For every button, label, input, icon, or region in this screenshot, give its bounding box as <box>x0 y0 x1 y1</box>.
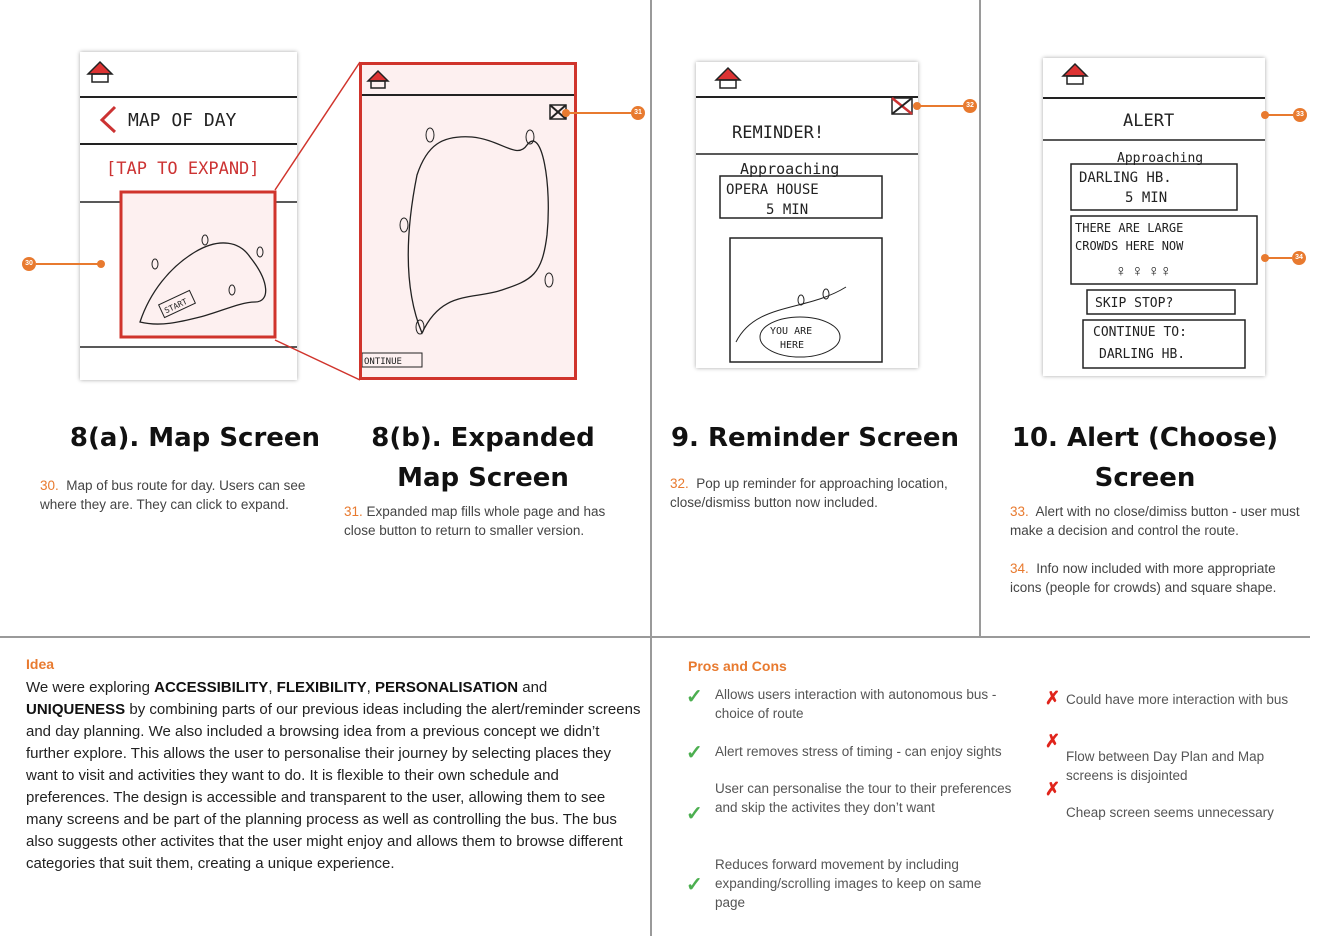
alert-crowd-line2: CROWDS HERE NOW <box>1075 239 1184 253</box>
alert-continue-line2: DARLING HB. <box>1099 347 1185 362</box>
idea-text: , <box>366 679 375 696</box>
sketch-reminder-screen: REMINDER! Approaching OPERA HOUSE 5 MIN … <box>696 62 918 368</box>
callout-34-dot <box>1261 254 1269 262</box>
idea-keyword: FLEXIBILITY <box>276 679 367 696</box>
desc-reminder-screen: 32. Pop up reminder for approaching loca… <box>670 474 970 512</box>
note-number: 33. <box>1010 504 1029 519</box>
reminder-title: REMINDER! <box>732 123 824 143</box>
title-alert-screen: 10. Alert (Choose) Screen <box>1011 423 1279 493</box>
callout-33-line <box>1266 114 1293 116</box>
alert-crowd-line1: THERE ARE LARGE <box>1075 221 1183 235</box>
pro-item: Reduces forward movement by including ex… <box>715 857 982 910</box>
idea-text: by combining parts of our previous ideas… <box>26 701 641 872</box>
idea-heading: Idea <box>26 656 55 672</box>
callout-32-line <box>918 105 963 107</box>
check-icon: ✓ <box>686 742 703 764</box>
idea-text: and <box>518 679 548 696</box>
note-text: Map of bus route for day. Users can see … <box>40 478 306 512</box>
idea-keyword: UNIQUENESS <box>26 701 126 718</box>
callout-34: 34 <box>1292 251 1306 265</box>
callout-33-dot <box>1261 111 1269 119</box>
alert-title: ALERT <box>1123 111 1174 131</box>
idea-text: , <box>268 679 277 696</box>
con-item: Could have more interaction with bus <box>1066 692 1289 707</box>
idea-paragraph: We were exploring ACCESSIBILITY, FLEXIBI… <box>26 677 641 875</box>
callout-32-dot <box>913 102 921 110</box>
alert-continue-line1: CONTINUE TO: <box>1093 325 1187 340</box>
note-text: Alert with no close/dimiss button - user… <box>1010 504 1300 538</box>
idea-keyword: ACCESSIBILITY <box>154 679 269 696</box>
callout-31-line <box>568 112 631 114</box>
pro-item: User can personalise the tour to their p… <box>715 781 1012 815</box>
title-reminder-screen: 9. Reminder Screen <box>670 423 960 453</box>
callout-30-line <box>36 263 98 265</box>
people-icon: ♀ ♀ ♀♀ <box>1115 263 1172 280</box>
desc-alert-screen-33: 33. Alert with no close/dimiss button - … <box>1010 502 1302 540</box>
you-are-label: YOU ARE <box>770 326 812 337</box>
alert-place: DARLING HB. <box>1079 170 1172 186</box>
alert-time: 5 MIN <box>1125 190 1167 206</box>
note-number: 30. <box>40 478 59 493</box>
home-icon <box>1061 62 1089 85</box>
note-text: Info now included with more appropriate … <box>1010 561 1277 595</box>
home-icon <box>714 66 742 89</box>
cross-icon: ✗ <box>1045 688 1061 708</box>
alert-skip-stop: SKIP STOP? <box>1095 296 1173 311</box>
reminder-place: OPERA HOUSE <box>726 182 819 198</box>
callout-34-line <box>1266 257 1292 259</box>
note-number: 32. <box>670 476 689 491</box>
idea-text: We were exploring <box>26 679 155 696</box>
callout-30-dot <box>97 260 105 268</box>
pro-item: Alert removes stress of timing - can enj… <box>715 744 1002 759</box>
callout-31-dot <box>562 109 570 117</box>
check-icon: ✓ <box>686 803 703 825</box>
callout-33: 33 <box>1293 108 1307 122</box>
desc-expanded-map-screen: 31. Expanded map fills whole page and ha… <box>344 502 634 540</box>
here-label: HERE <box>780 340 804 351</box>
check-icon: ✓ <box>686 686 703 708</box>
callout-31: 31 <box>631 106 645 120</box>
callout-30: 30 <box>22 257 36 271</box>
cross-icon: ✗ <box>1045 779 1061 799</box>
desc-alert-screen-34: 34. Info now included with more appropri… <box>1010 559 1302 597</box>
idea-keyword: PERSONALISATION <box>375 679 519 696</box>
reminder-time: 5 MIN <box>766 202 808 218</box>
con-item: Cheap screen seems unnecessary <box>1066 805 1274 820</box>
check-icon: ✓ <box>686 874 703 896</box>
callout-32: 32 <box>963 99 977 113</box>
desc-map-screen: 30. Map of bus route for day. Users can … <box>40 476 332 514</box>
note-number: 34. <box>1010 561 1029 576</box>
pros-cons-heading: Pros and Cons <box>688 658 787 674</box>
pro-item: Allows users interaction with autonomous… <box>715 687 997 721</box>
note-text: Expanded map fills whole page and has cl… <box>344 504 606 538</box>
sketch-alert-screen: ALERT Approaching DARLING HB. 5 MIN THER… <box>1043 58 1265 376</box>
cross-icon: ✗ <box>1045 731 1061 751</box>
note-text: Pop up reminder for approaching location… <box>670 476 948 510</box>
close-icon[interactable] <box>891 97 913 115</box>
note-number: 31. <box>344 504 363 519</box>
title-expanded-map-screen: 8(b). Expanded Map Screen <box>371 423 595 493</box>
con-item: Flow between Day Plan and Map screens is… <box>1066 749 1265 783</box>
title-map-screen: 8(a). Map Screen <box>69 423 321 453</box>
